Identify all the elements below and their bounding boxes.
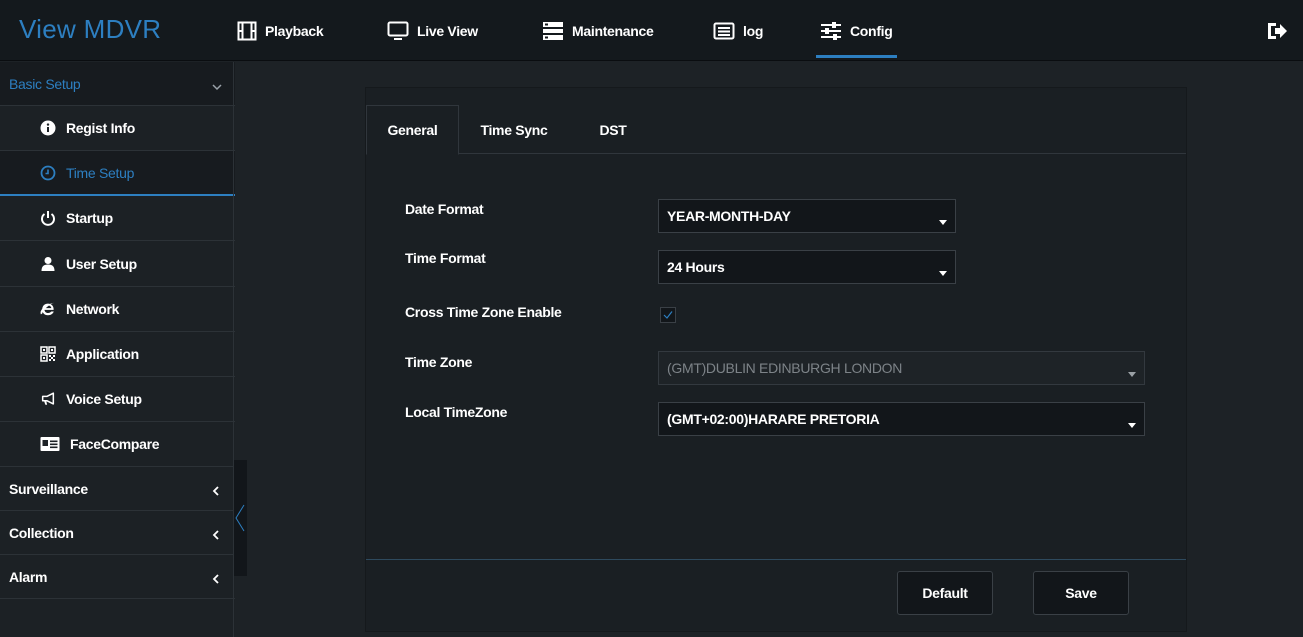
nav-config-label: Config bbox=[850, 22, 893, 39]
time-zone-select[interactable]: (GMT)DUBLIN EDINBURGH LONDON bbox=[658, 351, 1145, 385]
sidebar-item-startup[interactable]: Startup bbox=[0, 196, 235, 241]
nav-live-view[interactable]: Live View bbox=[387, 0, 478, 61]
chevron-left-icon bbox=[212, 571, 220, 587]
sidebar-item-application[interactable]: Application bbox=[0, 332, 235, 377]
time-zone-value: (GMT)DUBLIN EDINBURGH LONDON bbox=[667, 360, 903, 376]
sidebar-item-user-setup[interactable]: User Setup bbox=[0, 242, 235, 287]
local-timezone-label: Local TimeZone bbox=[405, 404, 508, 420]
clock-icon bbox=[40, 165, 56, 181]
sidebar-item-network[interactable]: Network bbox=[0, 287, 235, 332]
cross-time-zone-label: Cross Time Zone Enable bbox=[405, 304, 562, 320]
tab-bar: General Time Sync DST bbox=[366, 88, 1186, 155]
sidebar-item-label: Startup bbox=[66, 210, 113, 226]
settings-panel: General Time Sync DST Date Format YEAR-M… bbox=[365, 87, 1187, 632]
date-format-value: YEAR-MONTH-DAY bbox=[667, 208, 791, 224]
sidebar-section-surveillance[interactable]: Surveillance bbox=[0, 467, 235, 511]
chevron-left-icon bbox=[212, 527, 220, 543]
nav-log[interactable]: log bbox=[713, 0, 763, 61]
date-format-label: Date Format bbox=[405, 201, 484, 217]
id-card-icon bbox=[40, 436, 60, 452]
nav-playback[interactable]: Playback bbox=[237, 0, 324, 61]
caret-down-icon bbox=[939, 264, 947, 280]
top-bar: View MDVR Playback Live View Maintenance… bbox=[0, 0, 1303, 61]
tab-general[interactable]: General bbox=[366, 105, 459, 155]
user-icon bbox=[40, 256, 56, 272]
sidebar-section-label: Basic Setup bbox=[9, 75, 81, 92]
caret-down-icon bbox=[939, 213, 947, 229]
sidebar-section-label: Collection bbox=[9, 524, 74, 541]
time-zone-label: Time Zone bbox=[405, 354, 473, 370]
megaphone-icon bbox=[40, 391, 56, 407]
nav-live-view-label: Live View bbox=[417, 22, 478, 39]
list-icon bbox=[713, 22, 735, 40]
logout-icon[interactable] bbox=[1266, 20, 1288, 42]
tab-time-sync[interactable]: Time Sync bbox=[469, 105, 559, 154]
save-button[interactable]: Save bbox=[1033, 571, 1129, 615]
sidebar-item-label: Network bbox=[66, 301, 120, 317]
sidebar-section-alarm[interactable]: Alarm bbox=[0, 555, 235, 599]
nav-maintenance-label: Maintenance bbox=[572, 22, 654, 39]
sidebar-section-basic-setup[interactable]: Basic Setup bbox=[0, 62, 235, 106]
sidebar-collapse-handle[interactable] bbox=[234, 460, 247, 576]
local-timezone-select[interactable]: (GMT+02:00)HARARE PRETORIA bbox=[658, 402, 1145, 436]
sidebar-section-label: Surveillance bbox=[9, 480, 88, 497]
monitor-icon bbox=[387, 21, 409, 41]
time-format-label: Time Format bbox=[405, 250, 486, 266]
sidebar-item-voice-setup[interactable]: Voice Setup bbox=[0, 377, 235, 422]
cross-time-zone-checkbox[interactable] bbox=[660, 307, 676, 323]
qr-icon bbox=[40, 346, 56, 362]
ie-icon bbox=[40, 301, 56, 317]
chevron-left-icon bbox=[212, 483, 220, 499]
chevron-down-icon bbox=[212, 78, 222, 94]
sidebar-section-label: Alarm bbox=[9, 568, 48, 585]
sidebar-item-label: FaceCompare bbox=[70, 436, 160, 452]
sidebar: Basic Setup Regist Info Time Setup Start… bbox=[0, 62, 235, 637]
check-icon bbox=[663, 311, 673, 319]
nav-log-label: log bbox=[743, 22, 764, 39]
sidebar-item-label: User Setup bbox=[66, 256, 137, 272]
nav-config[interactable]: Config bbox=[816, 0, 897, 61]
nav-maintenance[interactable]: Maintenance bbox=[542, 0, 654, 61]
info-icon bbox=[40, 120, 56, 136]
sidebar-item-facecompare[interactable]: FaceCompare bbox=[0, 422, 235, 467]
footer-divider bbox=[366, 559, 1186, 560]
date-format-select[interactable]: YEAR-MONTH-DAY bbox=[658, 199, 956, 233]
sliders-icon bbox=[820, 21, 842, 41]
nav-playback-label: Playback bbox=[265, 22, 324, 39]
default-button[interactable]: Default bbox=[897, 571, 993, 615]
collapse-arrow-icon bbox=[235, 504, 245, 532]
power-icon bbox=[40, 210, 56, 226]
caret-down-icon bbox=[1128, 416, 1136, 432]
time-format-value: 24 Hours bbox=[667, 259, 725, 275]
sidebar-item-time-setup[interactable]: Time Setup bbox=[0, 151, 235, 196]
local-timezone-value: (GMT+02:00)HARARE PRETORIA bbox=[667, 411, 880, 427]
time-format-select[interactable]: 24 Hours bbox=[658, 250, 956, 284]
server-icon bbox=[542, 21, 564, 41]
tab-dst[interactable]: DST bbox=[588, 105, 638, 154]
sidebar-item-label: Time Setup bbox=[66, 164, 135, 181]
sidebar-item-label: Voice Setup bbox=[66, 391, 142, 407]
sidebar-item-label: Application bbox=[66, 346, 139, 362]
sidebar-section-collection[interactable]: Collection bbox=[0, 511, 235, 555]
film-icon bbox=[237, 21, 257, 41]
caret-down-icon bbox=[1128, 365, 1136, 381]
sidebar-item-label: Regist Info bbox=[66, 120, 136, 136]
sidebar-item-regist-info[interactable]: Regist Info bbox=[0, 106, 235, 151]
app-title: View MDVR bbox=[19, 14, 162, 44]
